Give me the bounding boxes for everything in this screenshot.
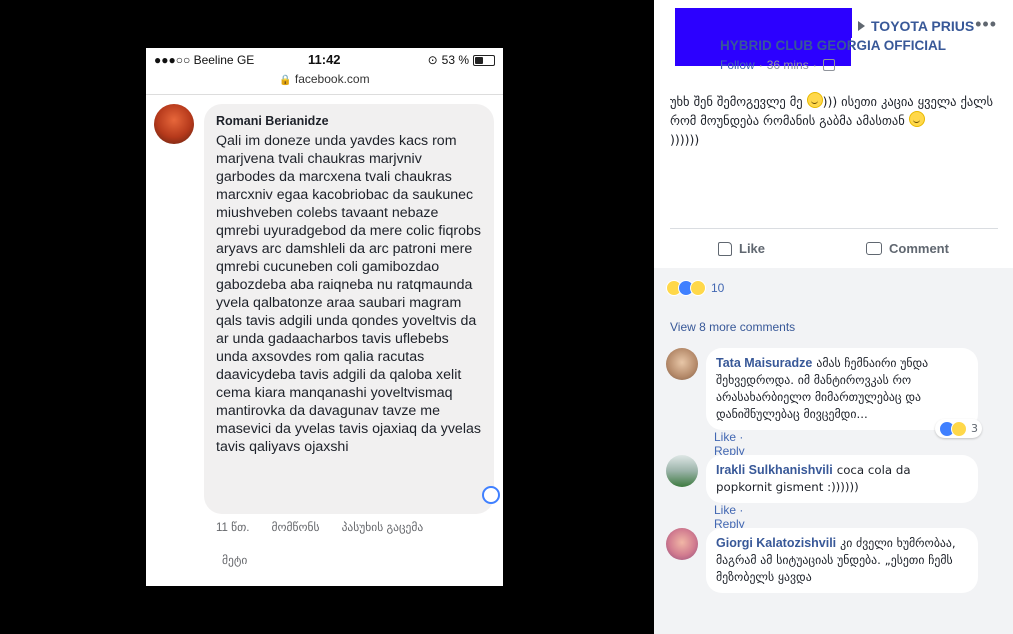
smile-emoji-icon (908, 111, 925, 127)
comment-actions: 11 წთ. მომწონს პასუხის გაცემა (216, 520, 423, 534)
battery-level (475, 56, 484, 64)
thumbs-up-icon (718, 241, 732, 256)
avatar[interactable] (666, 348, 698, 380)
clock: 11:42 (308, 52, 341, 67)
battery-percent: 53 % (441, 53, 469, 67)
post-time[interactable]: 36 mins (767, 58, 809, 72)
status-bar: ●●●○○ Beeline GE 11:42 ⊙ 53 % (146, 48, 503, 72)
triangle-icon (858, 21, 865, 31)
comment-bubble: Romani Berianidze Qali im doneze unda ya… (204, 104, 500, 514)
reaction-indicator[interactable] (482, 486, 500, 504)
audience-icon[interactable] (822, 59, 835, 71)
comment-time: 11 წთ. (216, 522, 250, 534)
facebook-panel: TOYOTA PRIUS HYBRID CLUB GEORGIA OFFICIA… (654, 0, 1013, 634)
comment-text: Qali im doneze unda yavdes kacs rom marj… (216, 133, 481, 455)
lock-icon: 🔒 (279, 75, 292, 86)
comment-reaction-count: 3 (971, 422, 978, 435)
post-card: TOYOTA PRIUS HYBRID CLUB GEORGIA OFFICIA… (654, 0, 1013, 268)
post-text: უხხ შენ შემოგევლე მე ))) ისეთი კაცია ყვე… (670, 92, 1000, 149)
avatar[interactable] (154, 104, 194, 144)
post-text-part: უხხ შენ შემოგევლე მე (670, 94, 807, 109)
comment-author[interactable]: Giorgi Kalatozishvili (716, 536, 836, 550)
more-link[interactable]: მეტი (222, 553, 247, 567)
carrier-label: ●●●○○ Beeline GE (154, 53, 255, 67)
status-right: ⊙ 53 % (428, 53, 495, 67)
battery-icon (473, 54, 495, 66)
more-options-icon[interactable]: ••• (975, 14, 997, 35)
redaction-block-overlay (720, 8, 852, 38)
comment-bubble: Tata Maisuradze ამას ჩემნაირი უნდა შეხვედ… (706, 348, 982, 438)
haha-reaction-icon (951, 420, 967, 437)
avatar[interactable] (666, 528, 698, 560)
comment-like-link[interactable]: Like (714, 503, 736, 517)
divider (146, 94, 503, 95)
comment-reactions[interactable]: 3 (935, 419, 982, 438)
comment-button[interactable]: Comment (866, 241, 949, 256)
url-bar[interactable]: 🔒 facebook.com (146, 72, 503, 86)
comment-bubble: Giorgi Kalatozishvili კი ძველი ხუმრობაა, … (706, 528, 978, 593)
avatar[interactable] (666, 455, 698, 487)
alarm-icon: ⊙ (427, 53, 438, 67)
sad-reaction-icon (690, 280, 706, 296)
post-text-part: )))))) (670, 132, 700, 147)
speech-bubble-icon (866, 242, 882, 255)
comment-like-link[interactable]: Like (714, 430, 736, 444)
like-link[interactable]: მომწონს (272, 520, 320, 534)
meta-separator: · (758, 58, 763, 72)
comment-bubble: Irakli Sulkhanishvili coca cola da popkor… (706, 455, 978, 503)
comment-author[interactable]: Tata Maisuradze (716, 356, 812, 370)
post-meta: Follow · 36 mins · (720, 58, 835, 72)
comment-author[interactable]: Romani Berianidze (216, 114, 484, 128)
reaction-count[interactable]: 10 (711, 281, 724, 295)
smile-emoji-icon (806, 92, 823, 108)
follow-link[interactable]: Follow (720, 58, 755, 72)
url-text: facebook.com (294, 72, 370, 86)
post-action-row: Like Comment (670, 228, 998, 269)
group-name[interactable]: HYBRID CLUB GEORGIA OFFICIAL (720, 38, 946, 53)
like-label: Like (739, 241, 766, 256)
comment-author[interactable]: Irakli Sulkhanishvili (716, 463, 833, 477)
comment-label: Comment (889, 241, 949, 256)
phone-screenshot: ●●●○○ Beeline GE 11:42 ⊙ 53 % 🔒 facebook.… (146, 48, 503, 586)
like-button[interactable]: Like (718, 241, 765, 256)
reply-link[interactable]: პასუხის გაცემა (342, 520, 424, 534)
reaction-summary[interactable]: 10 (666, 280, 724, 296)
view-more-comments-link[interactable]: View 8 more comments (670, 320, 795, 334)
meta-separator: · (812, 58, 817, 72)
page-name[interactable]: TOYOTA PRIUS (871, 18, 974, 34)
